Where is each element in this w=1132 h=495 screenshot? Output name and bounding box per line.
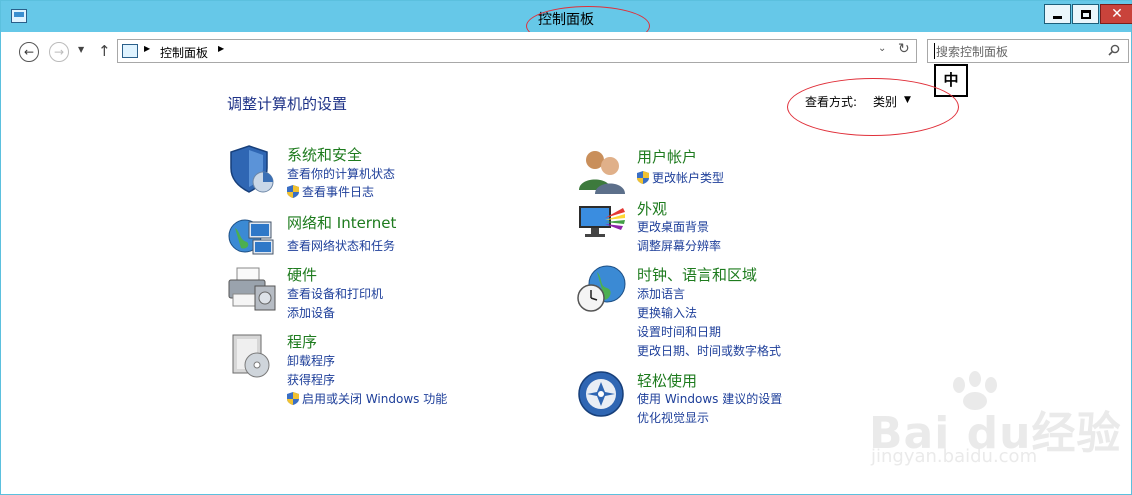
breadcrumb-separator-icon[interactable]: ▶ bbox=[144, 44, 150, 53]
appearance-monitor-icon[interactable] bbox=[577, 198, 627, 248]
forward-arrow-icon: → bbox=[53, 45, 65, 59]
category-title-programs[interactable]: 程序 bbox=[287, 331, 317, 352]
link-optimize-visual-display[interactable]: 优化视觉显示 bbox=[637, 409, 709, 426]
maximize-icon bbox=[1080, 9, 1091, 19]
recent-pages-dropdown[interactable]: ▼ bbox=[78, 45, 84, 54]
baidu-watermark: Bai du经验 jingyan.baidu.com bbox=[861, 371, 1131, 481]
printer-icon[interactable] bbox=[227, 264, 277, 314]
search-box[interactable] bbox=[927, 39, 1129, 63]
refresh-icon[interactable]: ↻ bbox=[898, 41, 910, 57]
title-bar[interactable]: 控制面板 ✕ bbox=[1, 1, 1132, 46]
link-label: 查看事件日志 bbox=[302, 185, 375, 199]
uac-shield-icon bbox=[287, 392, 299, 405]
link-set-time-date[interactable]: 设置时间和日期 bbox=[637, 323, 721, 340]
close-button[interactable]: ✕ bbox=[1100, 4, 1132, 24]
breadcrumb-control-panel[interactable]: 控制面板 bbox=[160, 44, 208, 61]
uac-shield-icon bbox=[287, 185, 299, 198]
link-label: 启用或关闭 Windows 功能 bbox=[302, 392, 448, 406]
view-by-annotation-circle bbox=[787, 78, 959, 136]
network-globe-icon[interactable] bbox=[227, 212, 277, 262]
breadcrumb-separator-icon[interactable]: ▶ bbox=[218, 44, 224, 53]
programs-box-icon[interactable] bbox=[227, 331, 277, 381]
category-title-clock-language-region[interactable]: 时钟、语言和区域 bbox=[637, 264, 757, 285]
control-panel-address-icon bbox=[122, 44, 138, 58]
link-view-devices-printers[interactable]: 查看设备和打印机 bbox=[287, 285, 383, 302]
link-add-language[interactable]: 添加语言 bbox=[637, 285, 685, 302]
link-view-event-logs[interactable]: 查看事件日志 bbox=[287, 183, 374, 200]
back-arrow-icon: ← bbox=[23, 45, 35, 59]
back-button[interactable]: ← bbox=[19, 42, 39, 62]
search-icon[interactable] bbox=[1108, 44, 1120, 56]
link-view-computer-status[interactable]: 查看你的计算机状态 bbox=[287, 165, 395, 182]
address-bar[interactable]: ▶ 控制面板 ▶ ⌄ ↻ bbox=[117, 39, 917, 63]
watermark-url: jingyan.baidu.com bbox=[871, 446, 1038, 467]
category-title-user-accounts[interactable]: 用户帐户 bbox=[637, 146, 697, 167]
category-title-system-security[interactable]: 系统和安全 bbox=[287, 144, 362, 165]
close-icon: ✕ bbox=[1111, 6, 1123, 22]
link-change-input-method[interactable]: 更换输入法 bbox=[637, 304, 697, 321]
link-view-network-status[interactable]: 查看网络状态和任务 bbox=[287, 237, 395, 254]
link-turn-windows-features[interactable]: 启用或关闭 Windows 功能 bbox=[287, 390, 447, 407]
link-add-device[interactable]: 添加设备 bbox=[287, 304, 335, 321]
link-use-windows-recommended[interactable]: 使用 Windows 建议的设置 bbox=[637, 390, 782, 407]
uac-shield-icon bbox=[637, 171, 649, 184]
up-button[interactable]: ↑ bbox=[98, 42, 111, 60]
category-title-hardware[interactable]: 硬件 bbox=[287, 264, 317, 285]
forward-button[interactable]: → bbox=[49, 42, 69, 62]
category-title-appearance[interactable]: 外观 bbox=[637, 198, 667, 219]
users-icon[interactable] bbox=[577, 146, 627, 196]
link-change-desktop-background[interactable]: 更改桌面背景 bbox=[637, 218, 709, 235]
search-input[interactable] bbox=[936, 43, 1106, 60]
category-title-ease-of-access[interactable]: 轻松使用 bbox=[637, 370, 697, 391]
shield-icon[interactable] bbox=[227, 144, 277, 194]
up-arrow-icon: ↑ bbox=[98, 42, 111, 60]
link-adjust-screen-resolution[interactable]: 调整屏幕分辨率 bbox=[637, 237, 721, 254]
link-label: 更改帐户类型 bbox=[652, 171, 725, 185]
minimize-icon bbox=[1053, 15, 1062, 19]
category-title-network-internet[interactable]: 网络和 Internet bbox=[287, 212, 396, 233]
clock-globe-icon[interactable] bbox=[577, 264, 627, 314]
link-get-programs[interactable]: 获得程序 bbox=[287, 371, 335, 388]
link-change-account-type[interactable]: 更改帐户类型 bbox=[637, 169, 724, 186]
text-caret bbox=[934, 43, 935, 59]
ease-of-access-icon[interactable] bbox=[577, 370, 627, 420]
link-uninstall-program[interactable]: 卸载程序 bbox=[287, 352, 335, 369]
maximize-button[interactable] bbox=[1072, 4, 1099, 24]
minimize-button[interactable] bbox=[1044, 4, 1071, 24]
address-dropdown-chevron-icon[interactable]: ⌄ bbox=[878, 43, 886, 54]
link-change-date-time-format[interactable]: 更改日期、时间或数字格式 bbox=[637, 342, 781, 359]
control-panel-window: 控制面板 ✕ ← → ▼ ↑ ▶ 控制面板 ▶ ⌄ ↻ 中 调整计算机的设置 查… bbox=[0, 0, 1132, 495]
page-title: 调整计算机的设置 bbox=[227, 95, 348, 113]
